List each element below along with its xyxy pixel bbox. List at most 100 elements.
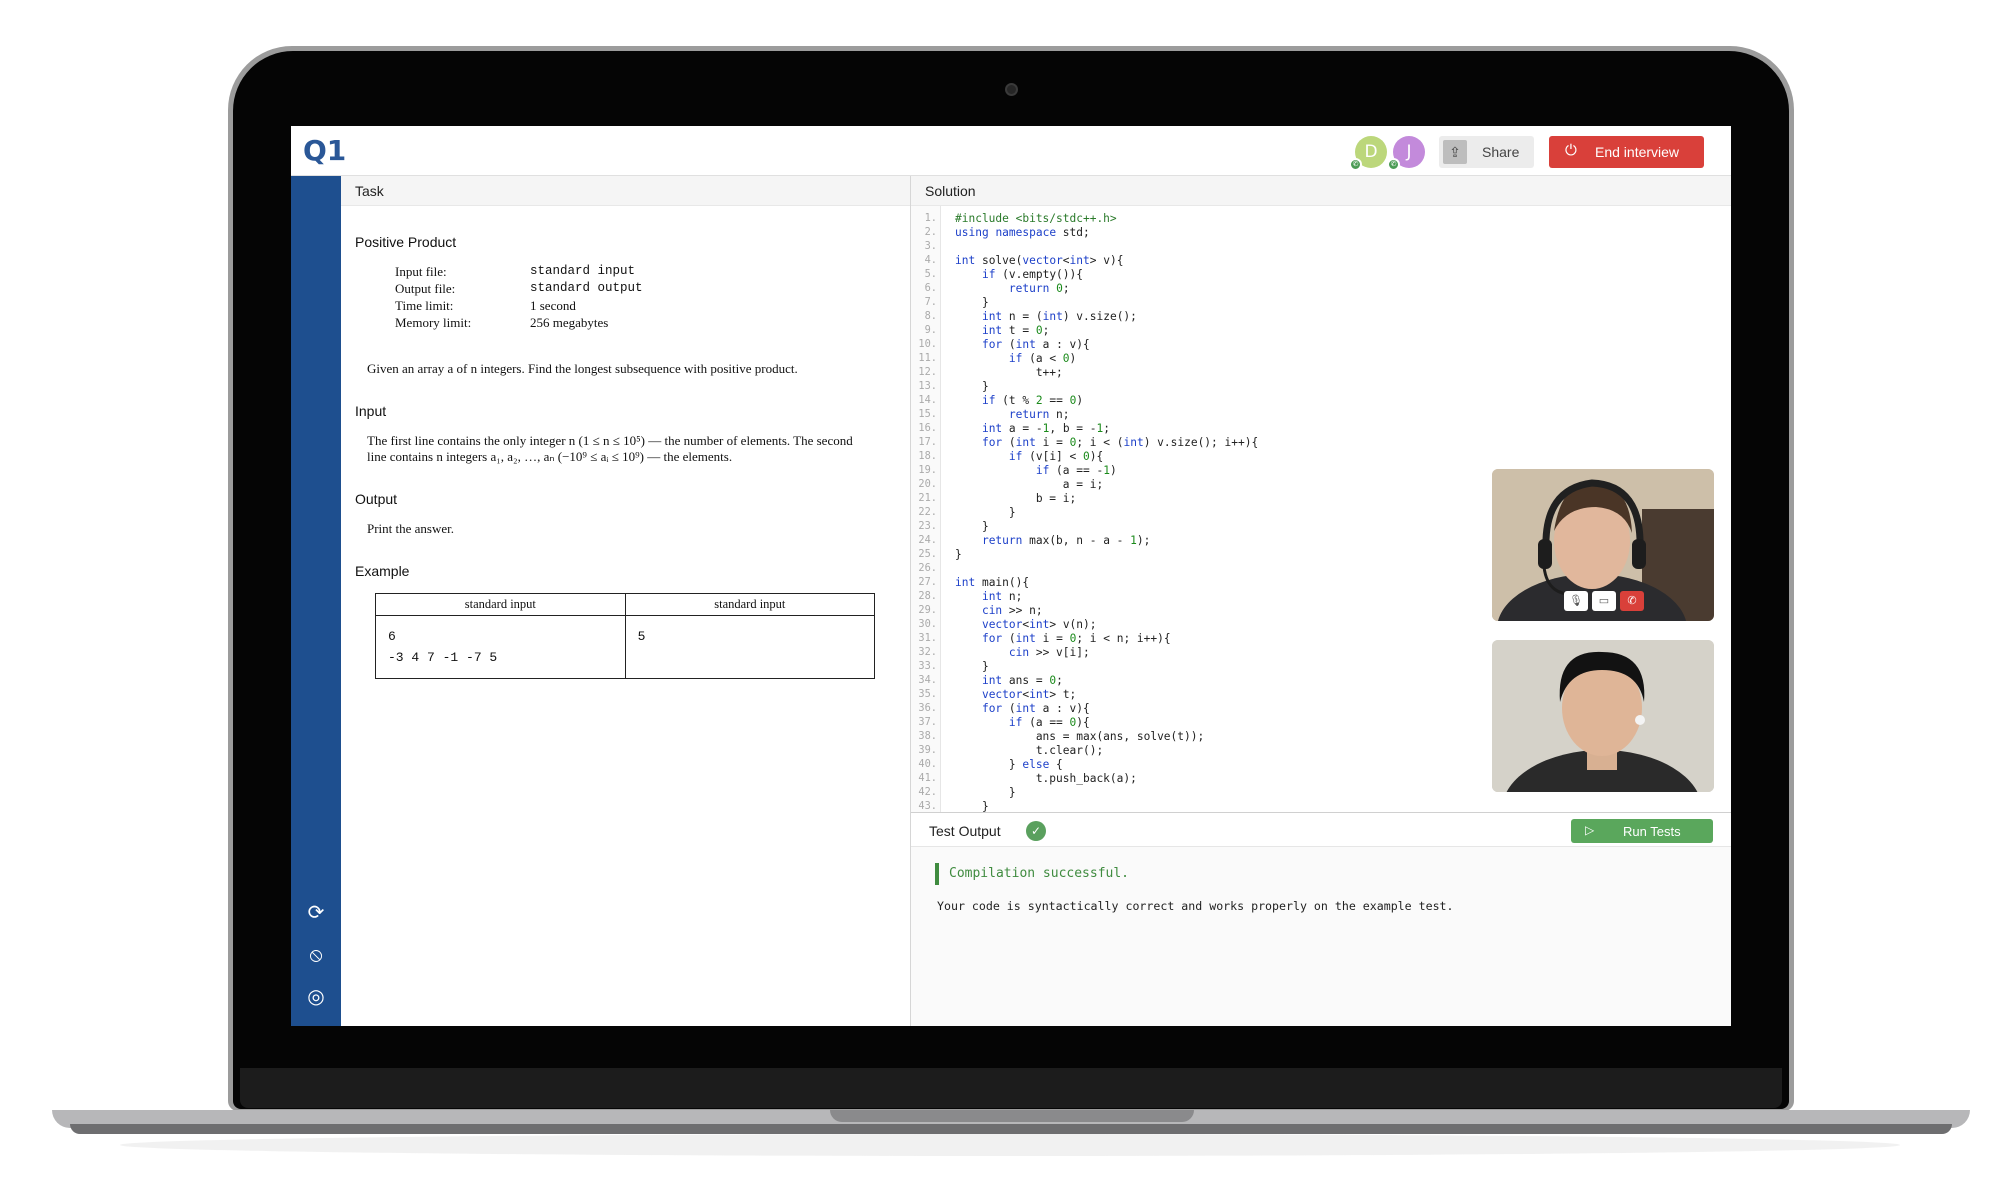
mic-icon[interactable]: 🎙 [1564,591,1588,611]
example-output-header: standard input [624,593,876,616]
line-number: 24. [918,534,937,546]
code-line: } [955,548,962,561]
limit-label: Input file: [395,264,447,279]
line-number: 20. [918,478,937,490]
hangup-icon[interactable]: ✆ [1620,591,1644,611]
run-tests-label: Run Tests [1623,824,1681,839]
code-line: return 0; [1008,282,1070,295]
code-line: } [955,380,989,393]
app-logo: Q1 [303,134,347,167]
code-line: int main(){ [955,576,1030,589]
line-number: 38. [918,730,937,742]
top-bar: Q1 D ✆ J ✆ ⇪ Share ⏻ End interview [291,126,1731,176]
upload-icon: ⇪ [1443,140,1467,164]
line-gutter: 1. 2. 3. 4. 5. 6. 7. 8. 9. 10. 11. 12. 13. 14. 15. 16. 1… [911,206,941,812]
laptop-notch [830,1110,1194,1122]
line-number: 36. [918,702,937,714]
app-window: Q1 D ✆ J ✆ ⇪ Share ⏻ End interview ⟳ ⦸ ◎… [291,126,1731,1026]
line-number: 31. [918,632,937,644]
limit-value: 256 megabytes [530,315,609,330]
test-output-pane: Test Output ✓ ▷ Run Tests Compilation su… [911,812,1731,1026]
output-heading: Output [355,491,398,507]
output-description: Print the answer. [367,521,455,536]
code-line: } [955,520,989,533]
video-tile-candidate [1492,640,1714,792]
line-number: 23. [918,520,937,532]
laptop-chin [240,1068,1782,1108]
sidebar: ⟳ ⦸ ◎ [291,176,341,1026]
share-button[interactable]: ⇪ Share [1439,136,1534,168]
line-number: 13. [918,380,937,392]
line-number: 22. [918,506,937,518]
camera-icon[interactable]: ▭ [1592,591,1616,611]
line-number: 42. [918,786,937,798]
line-number: 15. [918,408,937,420]
line-number: 40. [918,758,937,770]
code-line: int a = -1, b = -1; [981,422,1110,435]
line-number: 10. [918,338,937,350]
line-number: 32. [918,646,937,658]
limit-label: Time limit: [395,298,454,313]
code-line: t.push_back(a); [955,772,1137,785]
task-content: Positive Product Input file: standard in… [355,234,895,679]
hide-icon[interactable]: ◎ [303,984,329,1010]
line-number: 8. [924,310,937,322]
code-line: for (int i = 0; i < (int) v.size(); i++)… [981,436,1259,449]
end-interview-button[interactable]: ⏻ End interview [1549,136,1704,168]
line-number: 26. [918,562,937,574]
compile-status: Compilation successful. [935,863,1129,885]
line-number: 11. [918,352,937,364]
code-line: vector<int> t; [981,688,1077,701]
example-heading: Example [355,563,410,579]
problem-statement: Given an array a of n integers. Find the… [367,361,798,376]
line-number: 21. [918,492,937,504]
laptop-base-edge [70,1124,1952,1134]
limit-value: standard output [530,281,643,295]
line-number: 35. [918,688,937,700]
play-icon: ▷ [1585,823,1595,837]
check-icon: ✓ [1026,821,1046,841]
power-icon: ⏻ [1565,142,1577,159]
code-line: int t = 0; [981,324,1050,337]
limit-value: standard input [530,264,636,278]
limit-label: Output file: [395,281,456,296]
line-number: 3. [924,240,937,252]
code-line: if (t % 2 == 0) [981,394,1084,407]
code-line: b = i; [955,492,1077,505]
phone-icon: ✆ [1387,158,1400,171]
test-output-title: Test Output [929,823,1001,839]
input-heading: Input [355,403,387,419]
laptop-shadow [120,1134,1900,1156]
line-number: 39. [918,744,937,756]
share-label: Share [1482,144,1520,160]
line-number: 1. [924,212,937,224]
code-line: return n; [1008,408,1070,421]
task-pane-title: Task [341,176,910,206]
code-line: t++; [955,366,1063,379]
test-output-message: Your code is syntactically correct and w… [937,899,1454,913]
code-line: if (a == -1) [1035,464,1117,477]
run-tests-button[interactable]: ▷ Run Tests [1571,819,1713,843]
mute-icon[interactable]: ⦸ [303,942,329,968]
problem-title: Positive Product [355,234,457,250]
line-number: 18. [918,450,937,462]
example-table: standard input standard input 6 -3 4 7 -… [375,593,876,679]
code-line: if (v.empty()){ [981,268,1083,281]
limit-label: Memory limit: [395,315,472,330]
code-line: #include <bits/stdc++.h> [955,212,1117,225]
code-line: int n; [981,590,1023,603]
line-number: 2. [924,226,937,238]
problem-limits: Input file: standard input Output file: … [395,264,895,331]
line-number: 27. [918,576,937,588]
line-number: 6. [924,282,937,294]
code-line: if (a < 0) [1008,352,1077,365]
line-number: 19. [918,464,937,476]
code-line: return max(b, n - a - 1); [981,534,1151,547]
line-number: 9. [924,324,937,336]
line-number: 34. [918,674,937,686]
example-output: 5 [624,615,876,679]
code-line: for (int a : v){ [981,702,1090,715]
line-number: 7. [924,296,937,308]
refresh-icon[interactable]: ⟳ [303,900,329,926]
code-line: cin >> n; [981,604,1043,617]
